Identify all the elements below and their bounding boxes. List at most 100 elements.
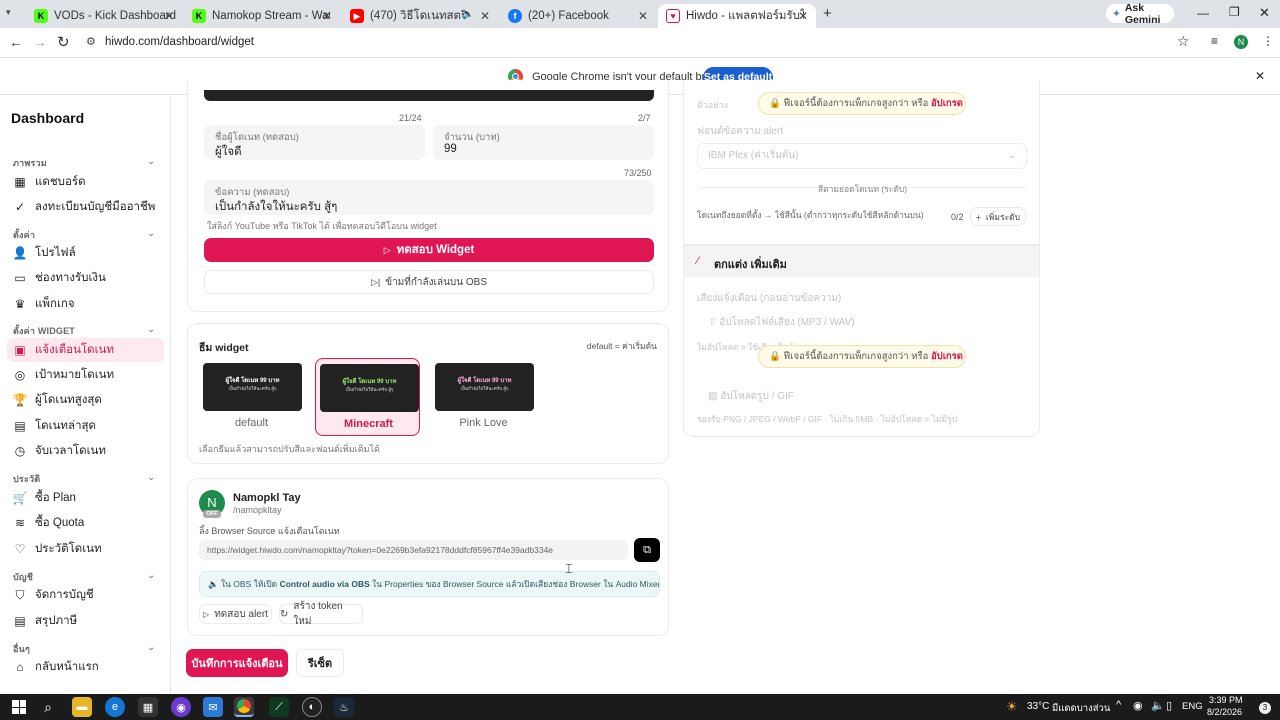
save-button[interactable]: บันทึกการแจ้งเตือน — [186, 649, 288, 677]
chevron-down-icon[interactable]: ⌄ — [147, 228, 155, 239]
sidebar-item-buy-quota[interactable]: ≋ ซื้อ Quota — [7, 511, 164, 535]
tray-app-icon[interactable]: ◉ — [1133, 699, 1143, 712]
forward-icon[interactable]: → — [33, 34, 47, 50]
new-token-button[interactable]: ↻ สร้าง token ใหม่ — [279, 601, 363, 627]
sidebar-item-latest[interactable]: ▤ โดเนทล่าสุด — [7, 414, 164, 438]
test-widget-button[interactable]: ▷ ทดสอบ Widget — [204, 238, 654, 262]
speaker-icon[interactable]: 🔈 — [1151, 699, 1165, 712]
speaker-icon: 🔈 — [208, 579, 219, 589]
theme-card-pink-love[interactable]: ผู้ใจดี โดเนท 99 บาท เป็นกำลังใจให้นะครั… — [431, 358, 536, 436]
sidebar-item-donate-history[interactable]: ♡ ประวัติโดเนท — [7, 537, 164, 561]
theme-preview: ผู้ใจดี โดเนท 99 บาท เป็นกำลังใจให้นะครั… — [320, 364, 419, 412]
sound-label: เสียงแจ้งเตือน (ก่อนอ่านข้อความ) — [697, 293, 842, 304]
amount-field[interactable]: จำนวน (บาท) 99 — [433, 125, 654, 160]
media-icon[interactable]: ≡ — [1211, 34, 1218, 48]
sidebar-item-manage-account[interactable]: ⛉ จัดการบัญชี — [7, 583, 164, 607]
chevron-down-icon[interactable]: ⌄ — [147, 156, 155, 167]
window-close-icon[interactable]: ✕ — [1259, 5, 1270, 21]
sidebar-item-profile[interactable]: 👤 โปรไฟล์ — [7, 241, 164, 265]
notification-badge[interactable]: 3 — [1259, 702, 1271, 714]
sidebar-item-package[interactable]: ♛ แพ็กเกจ — [7, 292, 164, 316]
tab-kick-stream[interactable]: K Namokop Stream - Watch Live ✕ — [184, 4, 340, 28]
sidebar-item-dashboard[interactable]: ▦ แดชบอร์ด — [7, 170, 164, 194]
language-indicator[interactable]: ENG — [1182, 701, 1203, 712]
banner-close-icon[interactable]: ✕ — [1255, 69, 1265, 83]
reload-icon[interactable]: ↻ — [57, 33, 70, 51]
close-icon[interactable]: ✕ — [322, 9, 332, 23]
site-info-icon[interactable]: ⚙ — [86, 35, 96, 48]
chrome-taskbar-icon[interactable] — [234, 697, 254, 717]
terminal-icon[interactable]: ⟋ — [269, 697, 289, 717]
tray-chevron-icon[interactable]: ^ — [1116, 699, 1121, 711]
url-text[interactable]: hiwdo.com/dashboard/widget — [105, 36, 254, 48]
theme-card-default[interactable]: ผู้ใจดี โดเนท 99 บาท เป็นกำลังใจให้นะครั… — [199, 358, 304, 436]
steam-icon[interactable]: ♨ — [334, 697, 354, 717]
skip-obs-button[interactable]: ▷| ข้ามที่กำลังเล่นบน OBS — [204, 270, 654, 294]
app-icon[interactable]: ◉ — [171, 697, 191, 717]
menu-icon[interactable]: ⋮ — [1262, 34, 1274, 48]
tab-youtube[interactable]: ▶ (470) วิธีโดเนทสตรีมเมอร์ด้วย... 🔈 ✕ — [342, 4, 498, 28]
video-input[interactable] — [204, 90, 654, 101]
status-badge: OFF — [203, 510, 221, 518]
sidebar-item-top-donor[interactable]: 🏆 ผู้โดเนทสูงสุด — [7, 388, 164, 412]
section-overview: ภาพรวม — [13, 158, 47, 168]
tab-search-icon[interactable]: ▾ — [6, 7, 20, 21]
tab-kick-vods[interactable]: K VODs - Kick Dashboard ✕ — [26, 4, 182, 28]
windows-start-icon[interactable] — [9, 697, 29, 717]
edge-icon[interactable]: e — [105, 697, 125, 717]
close-icon[interactable]: ✕ — [638, 9, 648, 23]
file-explorer-icon[interactable]: ▬ — [72, 697, 92, 717]
source-url-field[interactable]: https://widget.hiwdo.com/namopkltay?toke… — [199, 540, 628, 560]
sidebar-item-payment[interactable]: ▭ ช่องทางรับเงิน — [7, 266, 164, 290]
speaker-icon[interactable]: 🔈 — [462, 9, 474, 20]
clock-date[interactable]: 8/2/2026 — [1207, 707, 1242, 717]
level-count: 0/2 — [951, 212, 964, 222]
clock-time[interactable]: 3:39 PM — [1209, 695, 1243, 705]
close-icon[interactable]: ✕ — [480, 9, 490, 23]
gif-upload-button[interactable]: ▨ อัปโหลดรูป / GIF — [708, 389, 794, 404]
sidebar-item-buy-plan[interactable]: 🛒 ซื้อ Plan — [7, 486, 164, 510]
sidebar-item-home[interactable]: ⌂ กลับหน้าแรก — [7, 655, 164, 679]
search-icon[interactable]: ⌕ — [38, 697, 58, 717]
heart-icon: ♡ — [14, 542, 26, 556]
close-icon[interactable]: ✕ — [164, 9, 174, 23]
add-level-button[interactable]: + เพิ่มระดับ — [970, 207, 1026, 226]
font-label: ฟอนต์ข้อความ alert — [697, 126, 784, 137]
sidebar-item-tax[interactable]: ▤ สรุปภาษี — [7, 609, 164, 633]
sound-upload-button[interactable]: ⇧ อัปโหลดไฟล์เสียง (MP3 / WAV) — [708, 315, 855, 330]
store-icon[interactable]: ▦ — [138, 697, 158, 717]
weather-text: มีแดดบางส่วน — [1052, 703, 1111, 714]
profile-avatar[interactable]: N — [1234, 35, 1248, 49]
tab-facebook[interactable]: f (20+) Facebook ✕ — [500, 4, 656, 28]
minimize-icon[interactable]: — — [1197, 6, 1209, 20]
test-alert-button[interactable]: ▷ ทดสอบ alert — [199, 604, 272, 624]
reset-button[interactable]: รีเซ็ต — [296, 649, 344, 677]
sidebar-item-goal[interactable]: ◎ เป้าหมายโดเนท — [7, 363, 164, 387]
back-icon[interactable]: ← — [9, 34, 23, 50]
sidebar-item-timer[interactable]: ◷ จับเวลาโดเนท — [7, 439, 164, 463]
bookmark-star-icon[interactable]: ☆ — [1177, 33, 1190, 50]
chevron-down-icon[interactable]: ⌄ — [147, 324, 155, 335]
message-field[interactable]: ข้อความ (ทดสอบ) เป็นกำลังใจให้นะครับ สู้… — [204, 180, 654, 215]
chevron-down-icon[interactable]: ⌄ — [147, 472, 155, 483]
new-tab-icon[interactable]: + — [823, 5, 832, 22]
chevron-down-icon[interactable]: ⌄ — [147, 570, 155, 581]
font-select[interactable]: IBM Plex (ค่าเริ่มต้น) ⌄ — [697, 143, 1027, 169]
ask-gemini-button[interactable]: ✦ Ask Gemini — [1106, 2, 1174, 26]
tab-hiwdo[interactable]: ♥ Hiwdo - แพลตฟอร์มรับโดเนทสำหรับ... ✕ — [658, 4, 816, 28]
chevron-down-icon[interactable]: ⌄ — [147, 642, 155, 653]
sidebar-item-pro-register[interactable]: ✓ ลงทะเบียนบัญชีมืออาชีพ — [7, 195, 164, 219]
restore-icon[interactable]: ❐ — [1229, 5, 1240, 19]
theme-card-minecraft[interactable]: ผู้ใจดี โดเนท 99 บาท เป็นกำลังใจให้นะครั… — [315, 358, 420, 436]
obs-icon[interactable]: ◐ — [302, 697, 322, 717]
sidebar-item-donate-alert[interactable]: ▣ แจ้งเตือนโดเนท — [7, 338, 164, 362]
close-icon[interactable]: ✕ — [798, 9, 808, 23]
upgrade-link[interactable]: อัปเกรด — [931, 98, 963, 109]
mail-icon[interactable]: ✉ — [203, 697, 223, 717]
copy-button[interactable]: ⧉ — [634, 538, 660, 562]
donor-name-field[interactable]: ชื่อผู้โดเนท (ทดสอบ) ผู้ใจดี — [204, 125, 425, 160]
theme-preview: ผู้ใจดี โดเนท 99 บาท เป็นกำลังใจให้นะครั… — [203, 363, 302, 411]
trophy-icon: 🏆 — [12, 393, 28, 407]
battery-icon[interactable]: ▯ — [1166, 699, 1172, 712]
upgrade-link[interactable]: อัปเกรด — [931, 351, 963, 362]
